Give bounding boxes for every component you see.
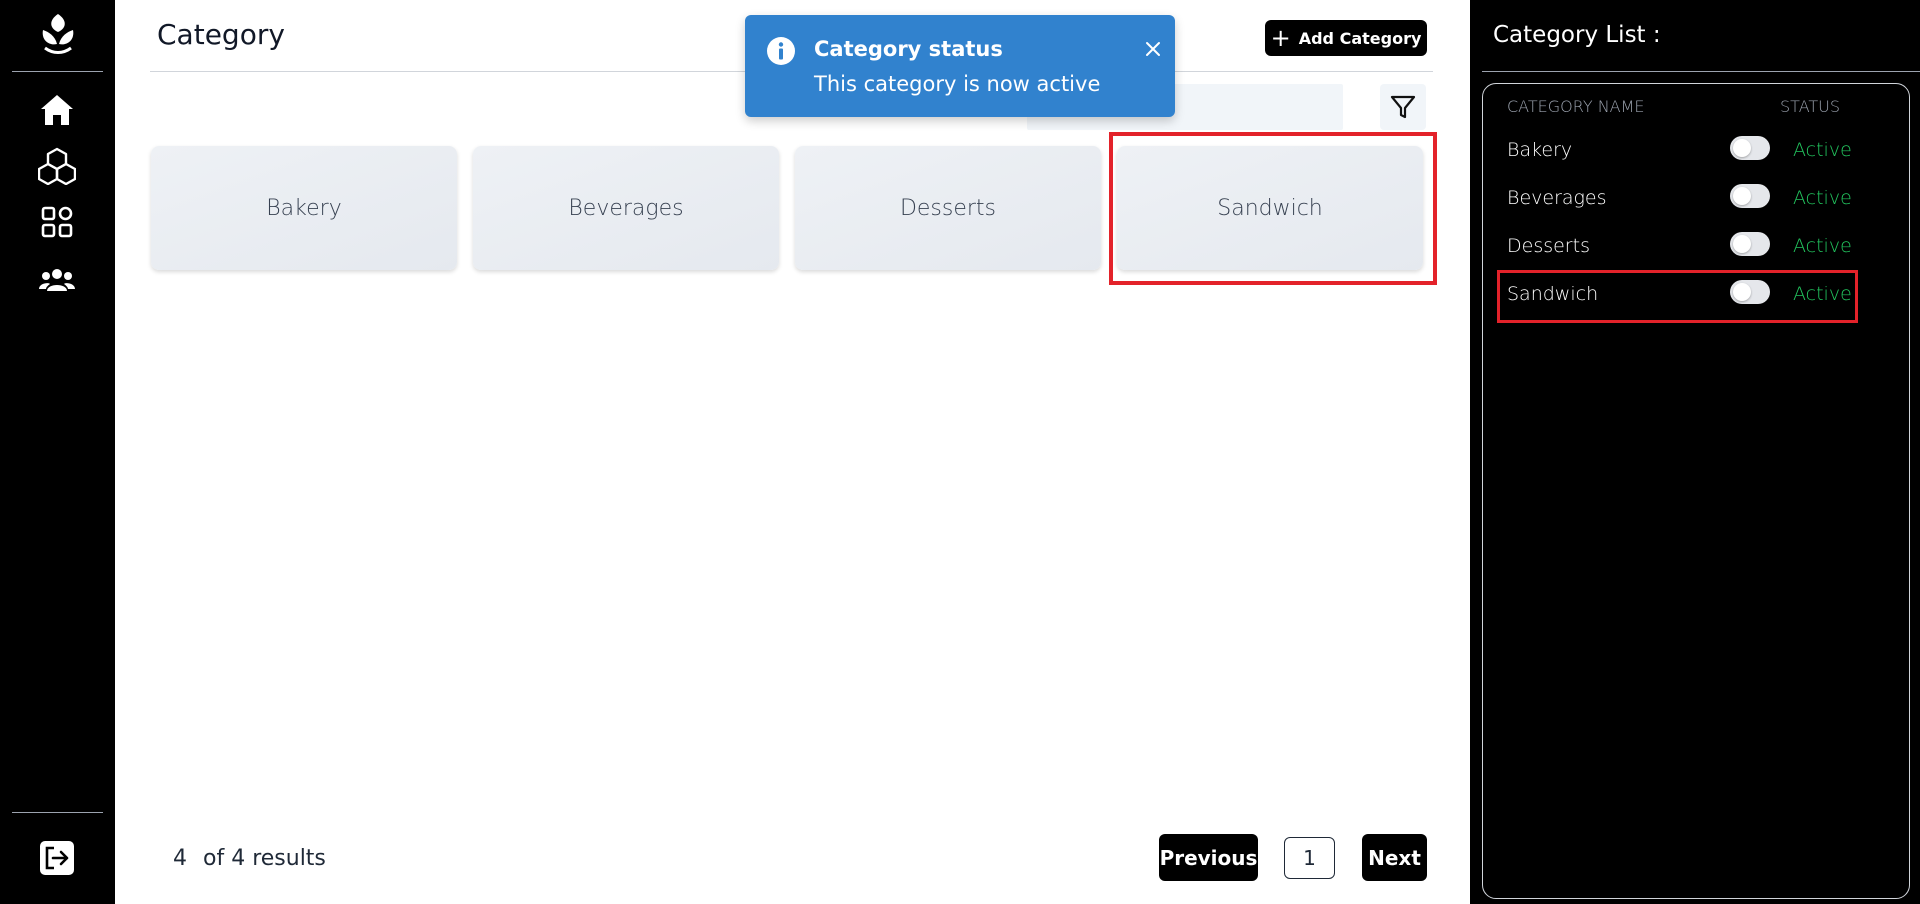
- apps-icon[interactable]: [37, 202, 77, 242]
- next-button[interactable]: Next: [1362, 834, 1427, 881]
- status-toggle-desserts[interactable]: [1730, 232, 1770, 256]
- close-icon[interactable]: [1141, 37, 1165, 61]
- status-label: Active: [1793, 235, 1852, 257]
- sidebar: [0, 0, 115, 904]
- filter-button[interactable]: [1380, 84, 1426, 130]
- sidebar-divider-top: [12, 71, 103, 72]
- logout-icon[interactable]: [37, 838, 77, 878]
- filter-icon: [1390, 95, 1416, 119]
- list-item-name: Sandwich: [1507, 283, 1599, 305]
- previous-button[interactable]: Previous: [1159, 834, 1258, 881]
- status-toggle-sandwich[interactable]: [1730, 280, 1770, 304]
- toast-message: This category is now active: [814, 72, 1101, 96]
- results-text: of 4 results: [203, 846, 326, 871]
- category-list-panel: Category List :: [1470, 0, 1920, 904]
- status-label: Active: [1793, 187, 1852, 209]
- results-count: 4: [173, 846, 187, 871]
- status-toggle-bakery[interactable]: [1730, 136, 1770, 160]
- users-icon[interactable]: [37, 260, 77, 300]
- panel-divider: [1482, 71, 1920, 72]
- list-item-name: Bakery: [1507, 139, 1573, 161]
- category-card-beverages[interactable]: Beverages: [473, 146, 779, 270]
- plus-icon: +: [1270, 24, 1291, 52]
- results-summary: 4 of 4 results: [173, 846, 326, 871]
- logo-icon[interactable]: [35, 10, 81, 56]
- toast-notification: Category status This category is now act…: [745, 15, 1175, 117]
- add-category-button[interactable]: + Add Category: [1265, 20, 1427, 56]
- status-toggle-beverages[interactable]: [1730, 184, 1770, 208]
- category-card-sandwich[interactable]: Sandwich: [1117, 146, 1423, 270]
- home-icon[interactable]: [37, 90, 77, 130]
- category-card-bakery[interactable]: Bakery: [151, 146, 457, 270]
- status-label: Active: [1793, 139, 1852, 161]
- add-category-label: Add Category: [1298, 28, 1422, 48]
- page-number-button[interactable]: 1: [1284, 837, 1335, 879]
- column-header-status: STATUS: [1780, 97, 1841, 116]
- sidebar-divider-bottom: [12, 812, 103, 813]
- list-item-name: Beverages: [1507, 187, 1607, 209]
- cubes-icon[interactable]: [37, 146, 77, 186]
- category-card-desserts[interactable]: Desserts: [795, 146, 1101, 270]
- column-header-name: CATEGORY NAME: [1507, 97, 1645, 116]
- category-list-title: Category List :: [1493, 22, 1661, 48]
- info-icon: [767, 37, 795, 65]
- status-label: Active: [1793, 283, 1852, 305]
- list-item-name: Desserts: [1507, 235, 1590, 257]
- page-title: Category: [157, 18, 285, 51]
- toast-title: Category status: [814, 37, 1003, 61]
- main-content: Category + Add Category Bakery Beverages…: [115, 0, 1470, 904]
